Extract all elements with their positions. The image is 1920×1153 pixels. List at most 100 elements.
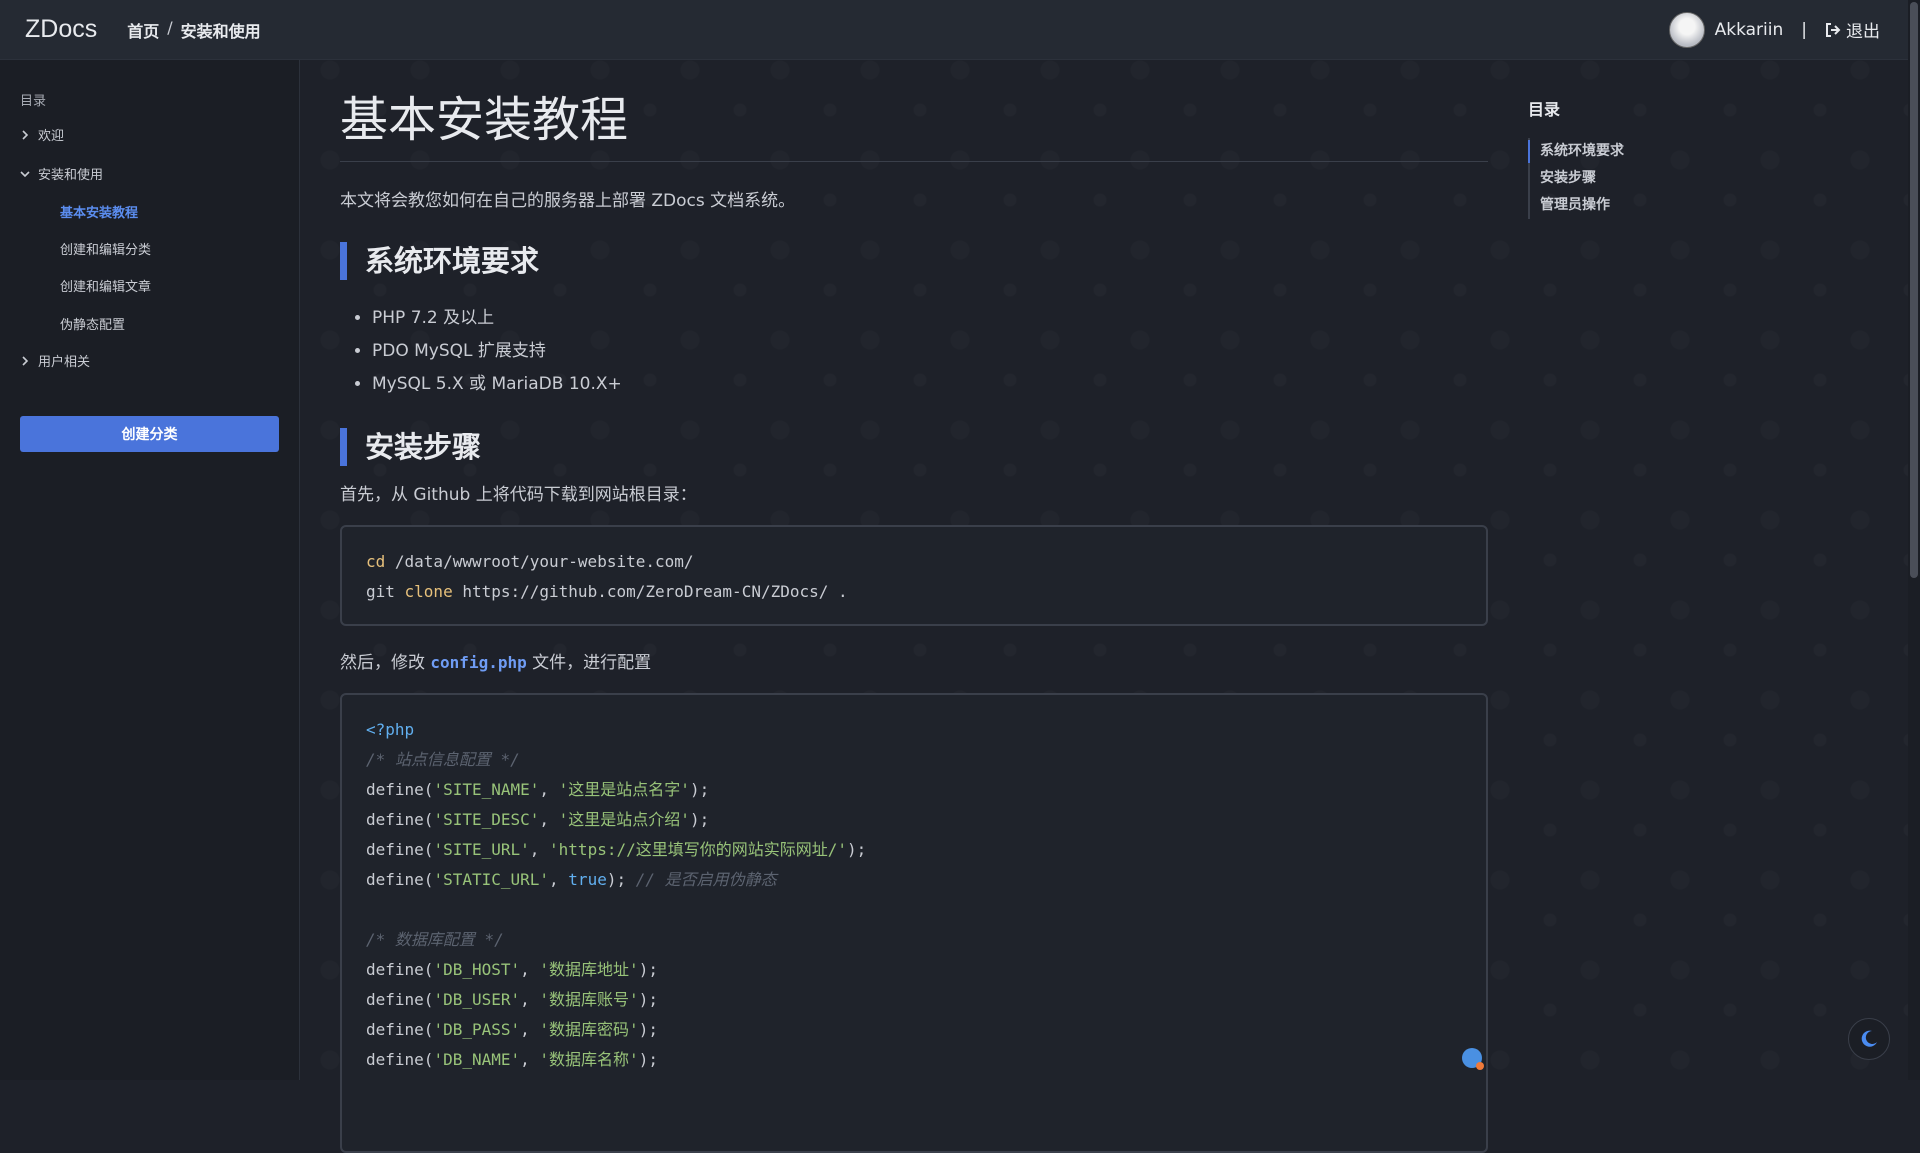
logout-button[interactable]: 退出 — [1825, 17, 1880, 42]
sidebar-item-label: 安装和使用 — [38, 168, 104, 183]
logout-label: 退出 — [1846, 22, 1880, 42]
code-string: 'STATIC_URL' — [433, 870, 550, 889]
page-scrollbar[interactable] — [1908, 0, 1920, 1080]
copy-badge-icon[interactable] — [1462, 1048, 1484, 1070]
section-heading-install-steps: 安装步骤 — [340, 428, 481, 466]
code-token: ); — [638, 1020, 658, 1039]
code-token: <?php — [366, 720, 415, 739]
code-string: 'SITE_NAME' — [433, 780, 540, 799]
code-token: git — [366, 582, 405, 601]
code-token: , — [520, 990, 540, 1009]
code-token: ); — [689, 810, 710, 829]
code-token: define( — [366, 990, 434, 1009]
user-area: Akkariin | 退出 — [1668, 11, 1880, 48]
sidebar-item-rewrite[interactable]: 伪静态配置 — [60, 314, 125, 333]
intro-text: 本文将会教您如何在自己的服务器上部署 ZDocs 文档系统。 — [340, 191, 796, 211]
toc-item-admin[interactable]: 管理员操作 — [1540, 192, 1624, 219]
breadcrumb-current[interactable]: 安装和使用 — [181, 18, 261, 42]
code-token: define( — [366, 960, 434, 979]
code-token: define( — [366, 870, 434, 889]
breadcrumb-home[interactable]: 首页 — [127, 18, 159, 42]
sidebar-heading: 目录 — [20, 94, 47, 109]
code-token: /data/wwwroot/your-website.com/ — [385, 552, 694, 571]
code-token: , — [520, 1020, 540, 1039]
page-title: 基本安装教程 — [340, 92, 629, 148]
code-string: 'DB_HOST' — [433, 960, 521, 979]
code-string: '数据库密码' — [539, 1020, 639, 1039]
moon-icon — [1861, 1030, 1877, 1047]
breadcrumb: 首页 / 安装和使用 — [127, 18, 260, 42]
logout-icon — [1826, 22, 1841, 37]
sidebar-item-install[interactable]: 安装和使用 — [20, 164, 103, 183]
code-token: ); — [638, 1050, 658, 1069]
code-token: ); — [689, 780, 710, 799]
code-string: '数据库账号' — [539, 990, 639, 1009]
sidebar-item-label: 用户相关 — [38, 355, 91, 370]
code-token: ); — [638, 990, 658, 1009]
sidebar-item-welcome[interactable]: 欢迎 — [20, 125, 64, 144]
code-token: ); — [606, 870, 636, 889]
code-token: define( — [366, 840, 434, 859]
title-divider — [340, 161, 1488, 162]
code-string: 'DB_NAME' — [433, 1050, 521, 1069]
code-token: cd — [366, 552, 386, 571]
step2-suffix: 文件，进行配置 — [526, 653, 652, 673]
inline-code-config: config.php — [430, 653, 527, 672]
sidebar-item-label: 欢迎 — [38, 129, 65, 144]
chevron-down-icon — [20, 170, 30, 177]
code-token: , — [520, 960, 540, 979]
code-token: , — [520, 1050, 540, 1069]
step1-text: 首先，从 Github 上将代码下载到网站根目录： — [340, 485, 697, 505]
toc-item-requirements[interactable]: 系统环境要求 — [1528, 138, 1624, 165]
section-heading-requirements: 系统环境要求 — [340, 242, 539, 280]
code-string: 'DB_USER' — [433, 990, 521, 1009]
step2-text: 然后，修改 config.php 文件，进行配置 — [340, 648, 651, 673]
top-bar: ZDocs 首页 / 安装和使用 Akkariin | 退出 — [0, 0, 1920, 60]
code-block-config[interactable]: <?php /* 站点信息配置 */ define('SITE_NAME', '… — [340, 693, 1488, 1153]
table-of-contents: 目录 系统环境要求 安装步骤 管理员操作 — [1528, 96, 1624, 219]
sidebar: 目录 欢迎 安装和使用 基本安装教程 创建和编辑分类 创建和编辑文章 伪静态配置… — [0, 60, 300, 1080]
create-category-button[interactable]: 创建分类 — [20, 416, 279, 452]
code-comment: // 是否启用伪静态 — [635, 870, 777, 889]
toc-item-install-steps[interactable]: 安装步骤 — [1540, 165, 1624, 192]
sidebar-item-users[interactable]: 用户相关 — [20, 351, 90, 370]
code-token: , — [539, 810, 559, 829]
sidebar-item-basic-install[interactable]: 基本安装教程 — [60, 202, 138, 221]
list-item: MySQL 5.X 或 MariaDB 10.X+ — [372, 368, 622, 401]
username[interactable]: Akkariin — [1715, 20, 1784, 40]
code-string: '这里是站点名字' — [558, 780, 690, 799]
scrollbar-thumb[interactable] — [1910, 2, 1918, 578]
step2-prefix: 然后，修改 — [340, 653, 431, 673]
chevron-right-icon — [22, 355, 29, 366]
code-token: define( — [366, 1020, 434, 1039]
sidebar-item-articles[interactable]: 创建和编辑文章 — [60, 276, 151, 295]
requirements-list: PHP 7.2 及以上 PDO MySQL 扩展支持 MySQL 5.X 或 M… — [372, 302, 622, 401]
code-string: 'SITE_URL' — [433, 840, 530, 859]
breadcrumb-separator: / — [167, 17, 173, 37]
code-boolean: true — [568, 870, 607, 889]
code-token: , — [539, 780, 559, 799]
avatar[interactable] — [1668, 11, 1705, 48]
code-token: define( — [366, 810, 434, 829]
code-string: '数据库地址' — [539, 960, 639, 979]
list-item: PDO MySQL 扩展支持 — [372, 335, 622, 368]
code-string: 'SITE_DESC' — [433, 810, 540, 829]
code-token: https://github.com/ZeroDream-CN/ZDocs/ . — [452, 582, 848, 601]
sidebar-item-categories[interactable]: 创建和编辑分类 — [60, 239, 151, 258]
toc-title: 目录 — [1528, 100, 1561, 119]
brand-logo[interactable]: ZDocs — [25, 15, 97, 44]
code-token: ); — [847, 840, 867, 859]
code-string: '这里是站点介绍' — [558, 810, 690, 829]
theme-toggle-button[interactable] — [1848, 1018, 1890, 1060]
chevron-right-icon — [22, 129, 29, 140]
toc-list: 系统环境要求 安装步骤 管理员操作 — [1528, 138, 1624, 219]
code-token: clone — [404, 582, 453, 601]
code-token: , — [549, 870, 569, 889]
code-token: define( — [366, 780, 434, 799]
code-token: ); — [638, 960, 658, 979]
code-string: 'https://这里填写你的网站实际网址/' — [549, 840, 847, 859]
code-string: '数据库名称' — [539, 1050, 639, 1069]
list-item: PHP 7.2 及以上 — [372, 302, 622, 335]
code-token: define( — [366, 1050, 434, 1069]
code-block-clone[interactable]: cd /data/wwwroot/your-website.com/ git c… — [340, 525, 1488, 626]
